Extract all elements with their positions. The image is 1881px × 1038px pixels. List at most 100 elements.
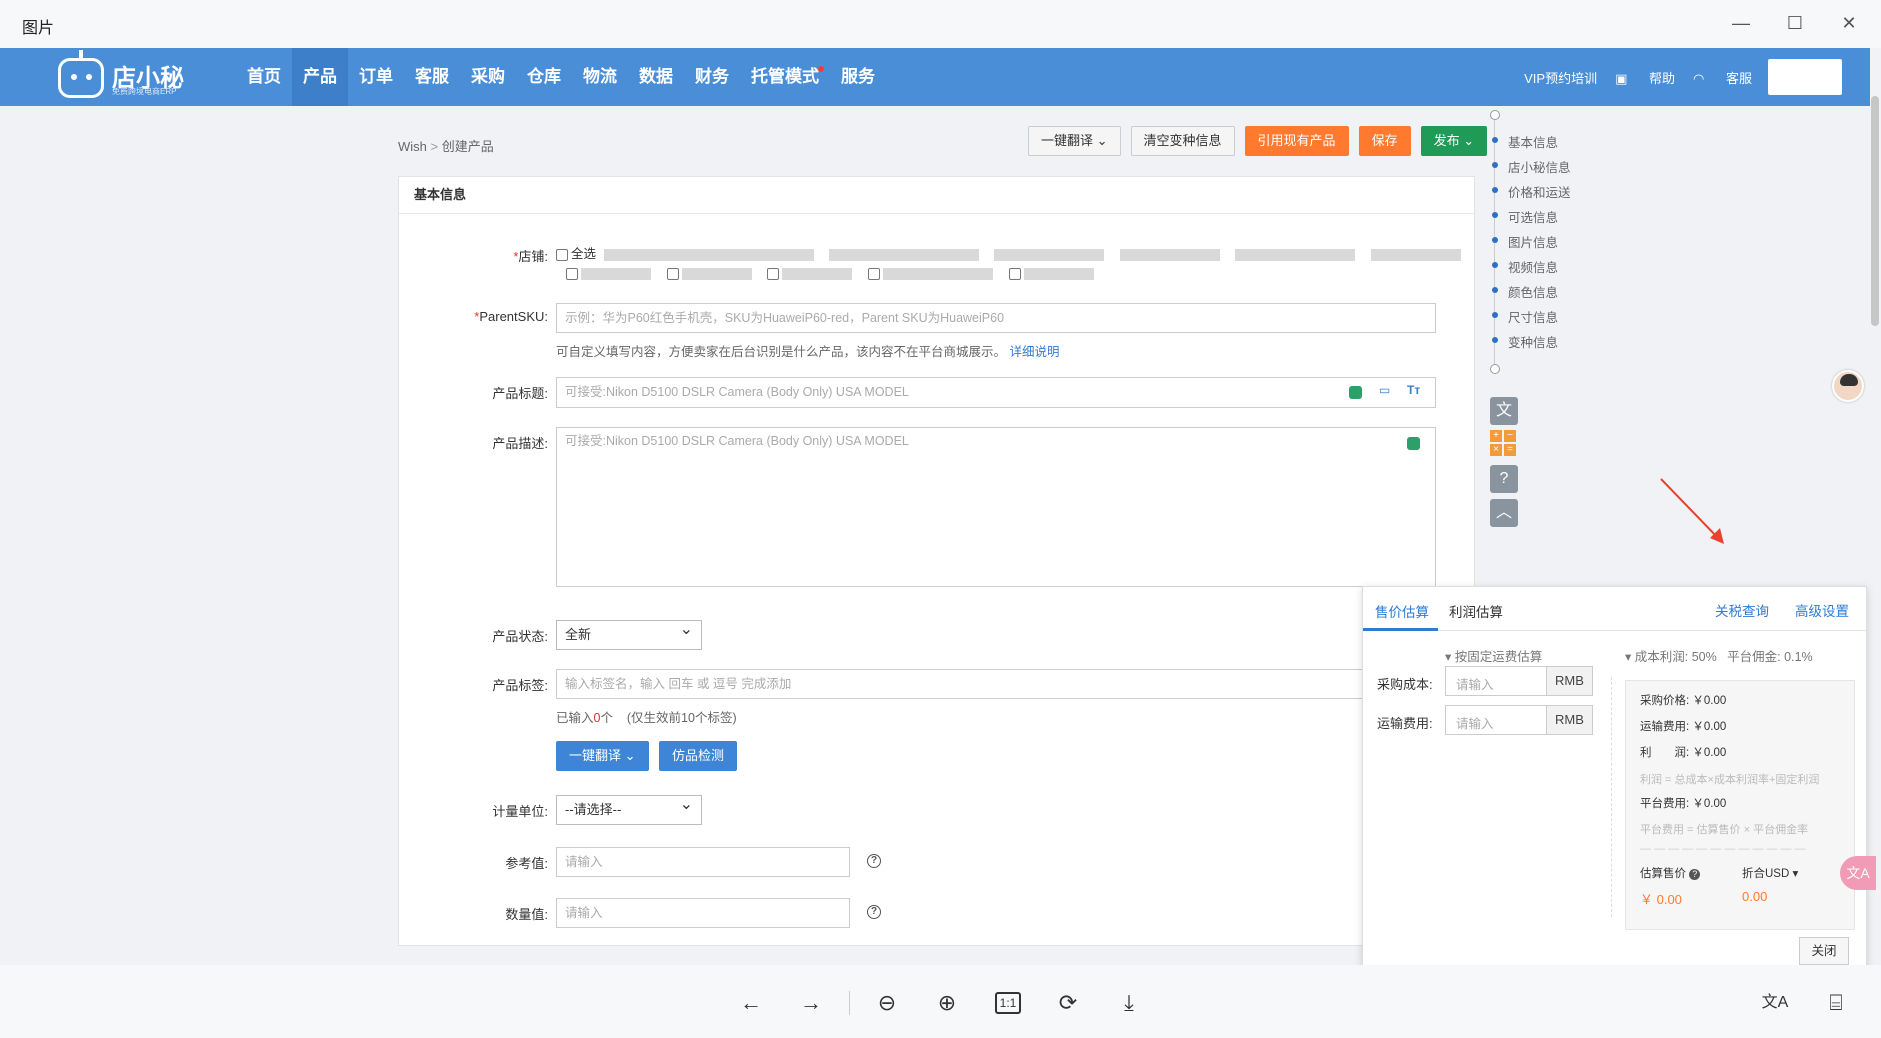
description-placeholder: 可接受:Nikon D5100 DSLR Camera (Body Only) … xyxy=(565,434,909,448)
zoom-in-icon[interactable]: ⊕ xyxy=(933,989,961,1017)
parent-sku-input[interactable]: 示例：华为P60红色手机壳，SKU为HuaweiP60-red，Parent S… xyxy=(556,303,1436,333)
reference-product-button[interactable]: 引用现有产品 xyxy=(1244,126,1349,156)
app-logo[interactable]: 店小秘 免费跨境电商ERP xyxy=(58,50,188,98)
info-icon[interactable]: ? xyxy=(1689,869,1701,880)
ocr-icon[interactable]: ⌸ xyxy=(1822,989,1850,1017)
side-nav-price-shipping[interactable]: 价格和运送 xyxy=(1492,182,1571,201)
nav-data[interactable]: 数据 xyxy=(628,48,684,106)
select-all-checkbox[interactable] xyxy=(556,248,568,261)
nav-hosting[interactable]: 托管模式 xyxy=(740,48,830,106)
shop-name-blurred[interactable] xyxy=(1235,248,1356,261)
tags-input[interactable]: 输入标签名，输入 回车 或 逗号 完成添加 xyxy=(556,669,1436,699)
side-nav-images[interactable]: 图片信息 xyxy=(1491,232,1558,251)
status-select[interactable]: 全新 xyxy=(556,616,702,650)
text-format-icon[interactable]: Tт xyxy=(1407,383,1420,397)
nav-finance[interactable]: 财务 xyxy=(684,48,740,106)
qty-input[interactable]: 请输入 xyxy=(556,898,850,928)
nav-warehouse[interactable]: 仓库 xyxy=(516,48,572,106)
translate-icon[interactable]: 文A xyxy=(1761,989,1789,1017)
page-scrollbar[interactable] xyxy=(1871,96,1879,326)
tags-limit: (仅生效前10个标签) xyxy=(626,711,737,725)
zoom-out-icon[interactable]: ⊖ xyxy=(873,989,901,1017)
nav-services[interactable]: 服务 xyxy=(830,48,886,106)
shop-name-blurred[interactable] xyxy=(828,248,979,261)
ai-assist-icon[interactable] xyxy=(1407,437,1420,450)
side-nav-variants[interactable]: 变种信息 xyxy=(1491,332,1558,351)
user-account-menu[interactable] xyxy=(1768,59,1842,95)
shop-checkbox[interactable] xyxy=(867,267,880,280)
side-nav-video[interactable]: 视频信息 xyxy=(1491,257,1558,276)
close-window-button[interactable]: ✕ xyxy=(1826,6,1872,40)
basic-info-panel: 基本信息 *店铺: 全选 *ParentSKU: 示例：华为P60红色手机壳，S… xyxy=(398,176,1475,946)
shop-checkbox[interactable] xyxy=(666,267,679,280)
side-nav-dxm-info[interactable]: 店小秘信息 xyxy=(1492,157,1571,176)
details-link[interactable]: 详细说明 xyxy=(1010,345,1060,359)
tariff-lookup-link[interactable]: 关税查询 xyxy=(1715,600,1769,620)
nav-home[interactable]: 首页 xyxy=(236,48,292,106)
arrow-right-icon[interactable]: → xyxy=(797,989,825,1017)
ai-assist-icon[interactable] xyxy=(1349,386,1362,399)
help-tool-icon[interactable]: ? xyxy=(1490,465,1518,493)
title-input[interactable]: 可接受:Nikon D5100 DSLR Camera (Body Only) … xyxy=(556,377,1436,408)
shop-name-blurred[interactable] xyxy=(1119,248,1220,261)
shop-name-blurred xyxy=(782,267,853,280)
side-nav-color[interactable]: 颜色信息 xyxy=(1491,282,1558,301)
estimated-price-text: 估算售价 xyxy=(1640,868,1686,880)
popup-close-button[interactable]: 关闭 xyxy=(1799,937,1849,965)
help-icon[interactable]: ? xyxy=(867,854,881,868)
back-to-top-icon[interactable]: ︿ xyxy=(1490,499,1518,527)
image-icon[interactable]: ▭ xyxy=(1379,383,1390,397)
side-nav-size[interactable]: 尺寸信息 xyxy=(1491,307,1558,326)
service-link[interactable]: ◠ 客服 xyxy=(1693,68,1752,87)
logo-subtitle: 免费跨境电商ERP xyxy=(112,87,177,96)
help-icon[interactable]: ? xyxy=(867,905,881,919)
nav-logistics[interactable]: 物流 xyxy=(572,48,628,106)
shop-checkbox[interactable] xyxy=(767,267,780,280)
arrow-left-icon[interactable]: ← xyxy=(737,989,765,1017)
parent-sku-hint-text: 可自定义填写内容，方便卖家在后台识别是什么产品，该内容不在平台商城展示。 xyxy=(556,345,1007,359)
tab-profit-estimate[interactable]: 利润估算 xyxy=(1449,601,1503,621)
advanced-settings-link[interactable]: 高级设置 xyxy=(1795,600,1849,620)
save-button[interactable]: 保存 xyxy=(1358,126,1411,156)
shop-checkbox[interactable] xyxy=(566,267,578,280)
shop-checkbox[interactable] xyxy=(1008,267,1021,280)
maximize-button[interactable]: ☐ xyxy=(1772,6,1818,40)
select-all-label: 全选 xyxy=(571,247,597,261)
summary-shipping: 运输费用: ￥0.00 xyxy=(1640,721,1727,733)
parent-sku-label: *ParentSKU: xyxy=(474,309,548,324)
translate-all-button[interactable]: 一键翻译 ⌄ xyxy=(1028,126,1121,156)
download-icon[interactable]: ⤓ xyxy=(1115,989,1143,1017)
counterfeit-check-button[interactable]: 仿品检测 xyxy=(659,741,738,771)
ref-input[interactable]: 请输入 xyxy=(556,847,850,877)
usd-toggle[interactable]: 折合USD ▾ xyxy=(1742,865,1798,881)
shop-name-blurred[interactable] xyxy=(994,248,1105,261)
shop-name-blurred[interactable] xyxy=(603,248,814,261)
nav-purchase[interactable]: 采购 xyxy=(460,48,516,106)
tags-translate-button[interactable]: 一键翻译 ⌄ xyxy=(556,741,649,771)
nav-orders[interactable]: 订单 xyxy=(348,48,404,106)
nav-customer-service[interactable]: 客服 xyxy=(404,48,460,106)
minimize-button[interactable]: — xyxy=(1718,6,1764,40)
rotate-icon[interactable]: ⟳ xyxy=(1054,989,1082,1017)
breadcrumb-wish[interactable]: Wish xyxy=(398,139,427,154)
unit-select[interactable]: --请选择-- xyxy=(556,791,702,825)
vip-training-link[interactable]: VIP预约培训 xyxy=(1524,68,1597,87)
floating-translate-icon[interactable]: 文A xyxy=(1840,856,1876,890)
nav-products[interactable]: 产品 xyxy=(292,48,348,106)
support-avatar[interactable] xyxy=(1832,370,1864,402)
publish-button[interactable]: 发布 ⌄ xyxy=(1420,126,1488,156)
side-nav-basic-info[interactable]: 基本信息 xyxy=(1491,132,1558,151)
shop-name-blurred[interactable] xyxy=(1370,248,1461,261)
fixed-shipping-toggle[interactable]: ▾ 按固定运费估算 xyxy=(1445,646,1542,665)
tab-price-estimate[interactable]: 售价估算 xyxy=(1375,601,1429,621)
purchase-cost-input[interactable]: 请输入 RMB xyxy=(1445,666,1593,696)
calculator-icon[interactable]: + − × = xyxy=(1490,430,1518,458)
shipping-cost-input[interactable]: 请输入 RMB xyxy=(1445,705,1593,735)
clear-variants-button[interactable]: 清空变种信息 xyxy=(1130,126,1235,156)
actual-size-icon[interactable]: 1:1 xyxy=(995,992,1021,1014)
side-nav-optional-info[interactable]: 可选信息 xyxy=(1491,207,1558,226)
translate-tool-icon[interactable]: 文 xyxy=(1490,397,1518,425)
cost-margin-toggle[interactable]: ▾ 成本利润: 50% 平台佣金: 0.1% xyxy=(1625,646,1813,665)
description-textarea[interactable]: 可接受:Nikon D5100 DSLR Camera (Body Only) … xyxy=(556,427,1436,587)
help-link[interactable]: ▣ 帮助 xyxy=(1615,68,1675,87)
